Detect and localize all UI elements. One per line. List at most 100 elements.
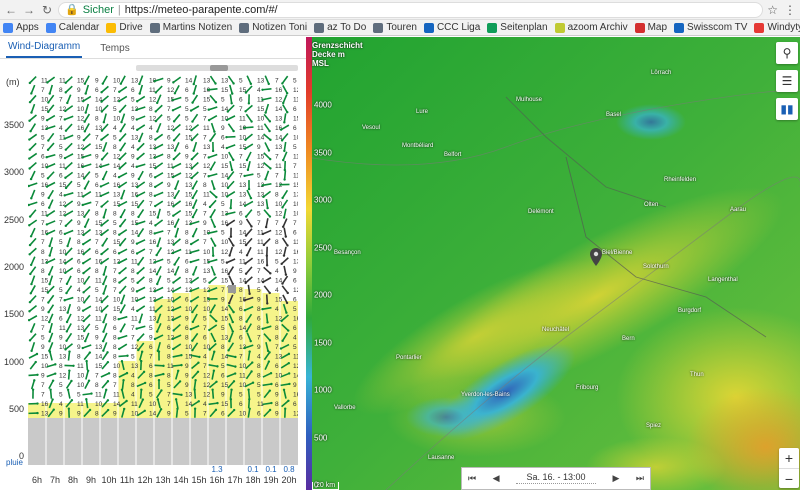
wind-arrow	[229, 152, 235, 161]
settings-sliders-icon[interactable]: ☰	[776, 70, 798, 92]
place-label: Lausanne	[428, 455, 454, 461]
bookmark-item[interactable]: Drive	[106, 22, 142, 33]
zoom-out-button[interactable]: −	[779, 468, 799, 488]
wind-arrow	[48, 200, 53, 209]
wind-arrow	[189, 260, 199, 264]
wind-arrow	[100, 86, 108, 93]
wind-speed: 16	[293, 249, 298, 256]
wind-speed: 15	[221, 315, 229, 322]
wind-speed: 6	[293, 125, 297, 132]
wind-speed: 13	[131, 363, 139, 370]
wind-arrow	[226, 259, 235, 264]
wind-arrow	[86, 370, 89, 380]
wind-speed: 7	[41, 87, 45, 94]
wind-arrow	[30, 190, 35, 200]
wind-speed: 11	[95, 277, 102, 284]
bookmark-item[interactable]: Calendar	[46, 22, 100, 33]
wind-speed: 6	[203, 335, 207, 342]
wind-speed: 8	[167, 153, 171, 160]
star-icon[interactable]: ☆	[767, 3, 778, 17]
map-view[interactable]: Grenzschicht Decke m MSL 400035003000250…	[306, 37, 800, 490]
wind-speed: 4	[203, 401, 207, 408]
wind-diagram-grid[interactable]: 1171015913576105169611716781381515791275…	[28, 73, 298, 465]
tab-wind-diagram[interactable]: Wind-Diagramm	[6, 41, 82, 58]
location-pin-icon[interactable]	[590, 248, 602, 266]
wind-speed: 11	[77, 401, 84, 408]
next-frame-icon[interactable]: ▶	[612, 473, 619, 484]
chart-icon[interactable]: ▮▮	[776, 98, 798, 120]
bookmark-item[interactable]: Seitenplan	[487, 22, 547, 33]
wind-arrow	[230, 199, 232, 209]
wind-arrow	[208, 107, 218, 111]
wind-arrow	[136, 96, 145, 102]
bookmark-item[interactable]: Martins Notizen	[150, 22, 232, 33]
wind-speed: 5	[203, 106, 207, 113]
wind-speed: 6	[293, 325, 297, 332]
wind-arrow	[82, 268, 90, 275]
bookmark-item[interactable]: azoom Archiv	[555, 22, 628, 33]
wind-arrow	[29, 95, 36, 103]
wind-arrow	[67, 380, 73, 389]
bookmark-item[interactable]: CCC Liga	[424, 22, 480, 33]
bookmark-item[interactable]: Apps	[3, 22, 39, 33]
wind-arrow	[65, 365, 75, 367]
wind-arrow	[82, 286, 90, 293]
wind-speed: 8	[257, 306, 261, 313]
scrollbar-thumb[interactable]	[210, 65, 228, 71]
wind-speed: 10	[203, 249, 211, 256]
wind-speed: 8	[275, 401, 279, 408]
time-display[interactable]: Sa. 16. - 13:00	[516, 472, 596, 485]
bookmark-item[interactable]: Swisscom TV	[674, 22, 747, 33]
address-bar[interactable]: 🔒 Sicher | https://meteo-parapente.com/#…	[58, 2, 763, 18]
wind-arrow	[283, 142, 286, 152]
bookmark-item[interactable]: Touren	[373, 22, 417, 33]
wind-speed: 6	[293, 230, 297, 237]
wind-arrow	[192, 228, 197, 237]
prev-frame-icon[interactable]: ◀	[493, 473, 500, 484]
wind-arrow	[208, 277, 216, 284]
wind-speed: 9	[113, 411, 117, 418]
wind-arrow	[230, 228, 232, 238]
wind-speed: 8	[239, 315, 243, 322]
wind-speed: 10	[221, 239, 229, 246]
wind-speed: 12	[275, 182, 283, 189]
bookmark-item[interactable]: Map	[635, 22, 667, 33]
wind-arrow	[284, 161, 286, 171]
wind-arrow	[29, 124, 35, 133]
wind-speed: 9	[239, 220, 243, 227]
wind-arrow	[63, 193, 73, 197]
first-frame-icon[interactable]: ⏮	[468, 473, 476, 484]
zoom-in-button[interactable]: +	[779, 448, 799, 468]
wind-arrow	[84, 333, 89, 342]
bookmark-item[interactable]: Notizen Toni	[239, 22, 307, 33]
wind-arrow	[174, 180, 178, 190]
hour-tick: 18h	[245, 475, 260, 485]
back-icon[interactable]: ←	[4, 3, 18, 17]
forward-icon[interactable]: →	[22, 3, 36, 17]
wind-speed: 10	[95, 401, 103, 408]
last-frame-icon[interactable]: ⏭	[636, 473, 644, 484]
wind-arrow	[29, 353, 38, 358]
wind-speed: 8	[95, 411, 99, 418]
wind-speed: 8	[95, 115, 99, 122]
tab-temps[interactable]: Temps	[98, 43, 131, 58]
hour-tick: 15h	[191, 475, 206, 485]
hour-tick: 7h	[50, 475, 60, 485]
bookmark-item[interactable]: az To Do	[314, 22, 366, 33]
wind-speed: 5	[293, 306, 297, 313]
wind-arrow	[226, 145, 236, 149]
wind-speed: 5	[257, 382, 261, 389]
menu-icon[interactable]: ⋮	[784, 3, 796, 17]
wind-speed: 8	[149, 134, 153, 141]
wind-speed: 12	[293, 87, 298, 94]
wind-speed: 7	[95, 201, 99, 208]
horizontal-scrollbar[interactable]	[136, 65, 298, 71]
wind-speed: 9	[167, 77, 171, 84]
reload-icon[interactable]: ↻	[40, 3, 54, 17]
wind-speed: 7	[275, 77, 279, 84]
hour-tick: 14h	[173, 475, 188, 485]
bookmark-item[interactable]: Windyty 700hp	[754, 22, 800, 33]
wind-speed: 13	[239, 182, 247, 189]
hour-tick: 13h	[155, 475, 170, 485]
search-icon[interactable]: ⚲	[776, 42, 798, 64]
